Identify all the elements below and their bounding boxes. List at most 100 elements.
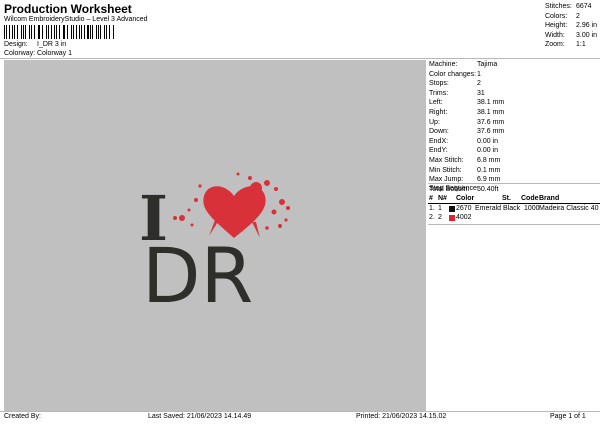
table-row: 1. 1 2670 Emerald Black 1000 Madeira Cla… [429, 205, 599, 214]
col-brand: Brand [539, 195, 560, 202]
barcode-bar [89, 25, 90, 39]
stat-label: Color changes: [429, 70, 477, 78]
barcode-bar [4, 25, 5, 39]
stat-label: Min Stitch: [429, 166, 462, 174]
color-swatch [449, 206, 455, 212]
summary-label: Colors: [545, 12, 568, 20]
stat-label: Right: [429, 108, 448, 116]
summary-value: 1:1 [576, 41, 586, 49]
stat-row: Min Stitch: 0.1 mm [429, 166, 504, 176]
stat-value: 0.00 in [477, 137, 499, 145]
stat-label: Down: [429, 128, 449, 136]
stat-label: Max Stitch: [429, 156, 464, 164]
table-bottom-line [428, 224, 600, 225]
table-row: 2. 2 4002 [429, 214, 599, 223]
barcode-bar [8, 25, 9, 39]
stat-label: Machine: [429, 61, 458, 68]
barcode-bar [17, 25, 18, 39]
summary-stitches: Stitches: 6674 [545, 2, 597, 12]
barcode-bar [66, 25, 68, 39]
design-row: Design: I_DR 3 in [4, 41, 66, 48]
row-stitches: 1000 [524, 205, 540, 212]
stop-sequence-title: Stop Sequence: [429, 185, 479, 192]
footer-page: Page 1 of 1 [550, 413, 586, 420]
barcode-bar [109, 25, 110, 39]
stat-label: Trims: [429, 89, 449, 97]
summary-colors: Colors: 2 [545, 12, 597, 22]
barcode-bar [92, 25, 93, 39]
stats-divider [428, 183, 600, 184]
barcode-bar [62, 25, 63, 39]
row-num: 2. [429, 214, 435, 221]
barcode-bar [37, 25, 38, 39]
barcode-bar [54, 25, 55, 39]
stat-label: Left: [429, 99, 443, 107]
summary-label: Stitches: [545, 3, 572, 10]
stat-value: 37.6 mm [477, 128, 505, 136]
stat-row: Right: 38.1 mm [429, 108, 504, 118]
barcode-bar [25, 25, 26, 39]
stat-row: Trims: 31 [429, 89, 504, 99]
summary-value: 2.96 in [576, 22, 598, 30]
summary-panel: Stitches: 6674 Colors: 2 Height: 2.96 in Wi… [545, 2, 597, 50]
summary-value: 2 [576, 12, 580, 20]
stat-row: Color changes: 1 [429, 70, 504, 80]
letters-dr: DR [142, 231, 253, 320]
barcode-bar [56, 25, 57, 39]
row-color-name: Emerald Black [475, 205, 521, 212]
stat-row: Down: 37.6 mm [429, 127, 504, 137]
col-stitches: St. [502, 195, 511, 202]
barcode-bar [64, 25, 65, 39]
design-canvas: I DR [4, 60, 426, 411]
col-color: Color [456, 195, 475, 202]
header-divider [0, 58, 600, 59]
stat-value: 37.6 mm [477, 118, 505, 126]
stat-value: Tajima [477, 61, 498, 68]
stat-value: 31 [477, 89, 485, 97]
barcode-bar [50, 25, 51, 39]
barcode-bar [30, 25, 32, 39]
barcode-bar [112, 25, 113, 39]
barcode-bar [58, 25, 60, 39]
stat-row: Left: 38.1 mm [429, 98, 504, 108]
stat-value: 0.1 mm [477, 166, 501, 174]
footer-divider [0, 411, 600, 412]
barcode-bar [5, 25, 7, 39]
row-brand: Madeira Classic 40 [539, 205, 599, 212]
barcode-bar [13, 25, 15, 39]
col-num: # [429, 195, 433, 202]
footer-last-saved: Last Saved: 21/06/2023 14.14.49 [148, 413, 252, 420]
barcode-bar [42, 25, 43, 39]
barcode-bar [39, 25, 40, 39]
stats-panel: Machine: Tajima Color changes: 1 Stops: 2 Trim… [429, 60, 504, 194]
stat-label: Up: [429, 118, 440, 126]
software-name: Wilcom EmbroideryStudio – Level 3 Advanc… [4, 16, 148, 23]
col-code: Code [521, 195, 539, 202]
barcode-bar [72, 25, 74, 39]
summary-zoom: Zoom: 1:1 [545, 40, 597, 50]
row-num: 1. [429, 205, 435, 212]
barcode [4, 25, 114, 39]
table-header-line [428, 203, 600, 204]
barcode-bar [48, 25, 49, 39]
summary-label: Zoom: [545, 41, 565, 49]
color-swatch [449, 215, 455, 221]
design-preview: I DR [139, 172, 290, 320]
stat-row: Up: 37.6 mm [429, 118, 504, 128]
barcode-bar [71, 25, 72, 39]
barcode-bar [87, 25, 89, 39]
barcode-bar [100, 25, 101, 39]
stat-value: 1 [477, 70, 481, 78]
colorway-value: Colorway 1 [37, 50, 73, 57]
barcode-bar [75, 25, 76, 39]
stat-value: 0.00 in [477, 147, 499, 155]
summary-value: 3.00 in [576, 31, 598, 39]
summary-value: 6674 [576, 3, 592, 10]
colorway-row: Colorway: Colorway 1 [4, 50, 72, 57]
stat-value: 6.8 mm [477, 156, 501, 164]
summary-width: Width: 3.00 in [545, 31, 597, 41]
stat-value: 2 [477, 80, 481, 88]
worksheet-title: Production Worksheet [4, 2, 132, 16]
stat-row: EndY: 0.00 in [429, 146, 504, 156]
stat-row: Machine: Tajima [429, 60, 504, 70]
